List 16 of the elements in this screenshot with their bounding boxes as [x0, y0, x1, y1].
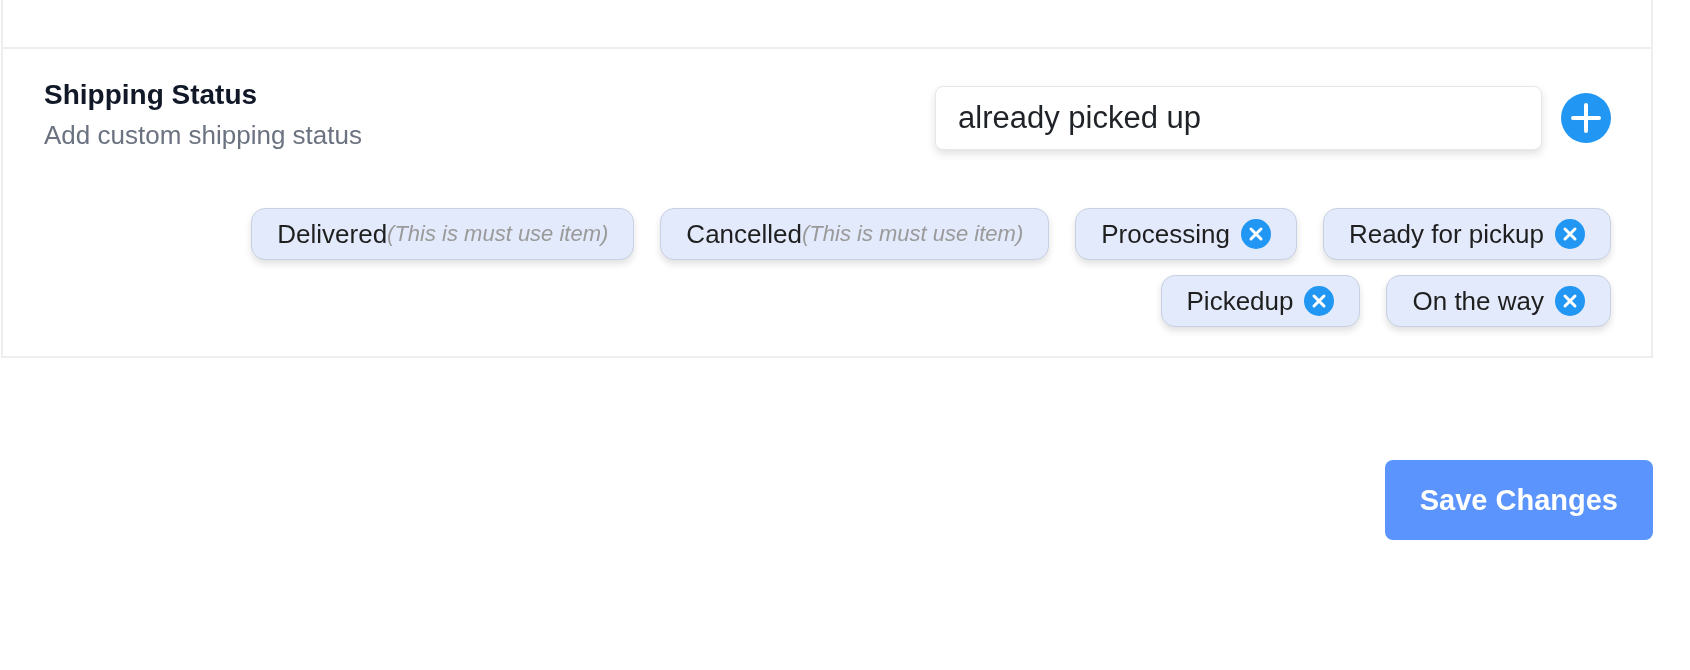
section-subtitle: Add custom shipping status	[44, 120, 362, 150]
tag-label: Processing	[1101, 219, 1230, 249]
plus-icon[interactable]	[1561, 93, 1611, 143]
tag-label: Delivered	[277, 219, 388, 249]
tag-note: (This is must use item)	[387, 220, 609, 248]
tag-label: On the way	[1412, 286, 1544, 316]
close-icon[interactable]	[1555, 219, 1585, 249]
tag-label: Pickedup	[1186, 286, 1294, 316]
close-icon[interactable]	[1304, 286, 1335, 316]
section-title: Shipping Status	[44, 79, 259, 111]
tag-note: (This is must use item)	[802, 220, 1024, 248]
tag-label: Ready for pickup	[1348, 219, 1544, 249]
status-input[interactable]: already picked up	[935, 86, 1542, 150]
close-icon[interactable]	[1240, 219, 1271, 249]
close-icon[interactable]	[1555, 286, 1585, 316]
tag-label: Cancelled	[686, 219, 802, 249]
